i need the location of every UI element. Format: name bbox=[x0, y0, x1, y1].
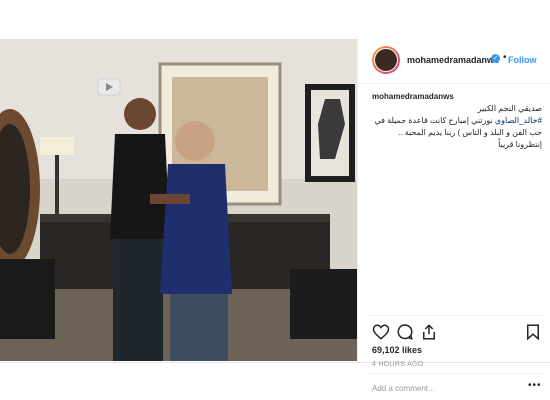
post-caption: mohamedramadanws صديقي النجم الكبير #خال… bbox=[372, 91, 542, 151]
post-sidebar: mohamedramadanws ✓ • Follow mohamedramad… bbox=[357, 39, 550, 393]
post-timestamp[interactable]: 4 HOURS AGO bbox=[372, 361, 424, 368]
likes-count[interactable]: 69,102 likes bbox=[372, 345, 422, 355]
caption-line-1: صديقي النجم الكبير bbox=[477, 104, 542, 113]
share-icon[interactable] bbox=[420, 323, 438, 341]
username-link[interactable]: mohamedramadanws bbox=[407, 55, 499, 65]
bookmark-icon[interactable] bbox=[524, 323, 542, 341]
caption-body: #خالد_الصاوي نورتني إمبارح كانت قاعدة جم… bbox=[372, 115, 542, 151]
comment-divider bbox=[366, 373, 544, 374]
post-header: mohamedramadanws ✓ • Follow bbox=[358, 39, 550, 84]
heart-icon[interactable] bbox=[372, 323, 390, 341]
actions-divider bbox=[366, 315, 544, 316]
action-bar bbox=[372, 323, 542, 341]
caption-username[interactable]: mohamedramadanws bbox=[372, 91, 542, 103]
more-options-icon[interactable]: ••• bbox=[528, 380, 542, 391]
comment-icon[interactable] bbox=[396, 323, 414, 341]
comment-input[interactable]: Add a comment... bbox=[372, 384, 435, 393]
photo-illustration bbox=[0, 39, 357, 361]
follow-button[interactable]: Follow bbox=[508, 55, 537, 65]
post-photo[interactable] bbox=[0, 39, 357, 361]
caption-hashtag[interactable]: #خالد_الصاوي bbox=[495, 116, 542, 125]
avatar[interactable] bbox=[372, 46, 400, 74]
separator-dot: • bbox=[503, 52, 507, 63]
verified-badge-icon: ✓ bbox=[491, 54, 500, 63]
